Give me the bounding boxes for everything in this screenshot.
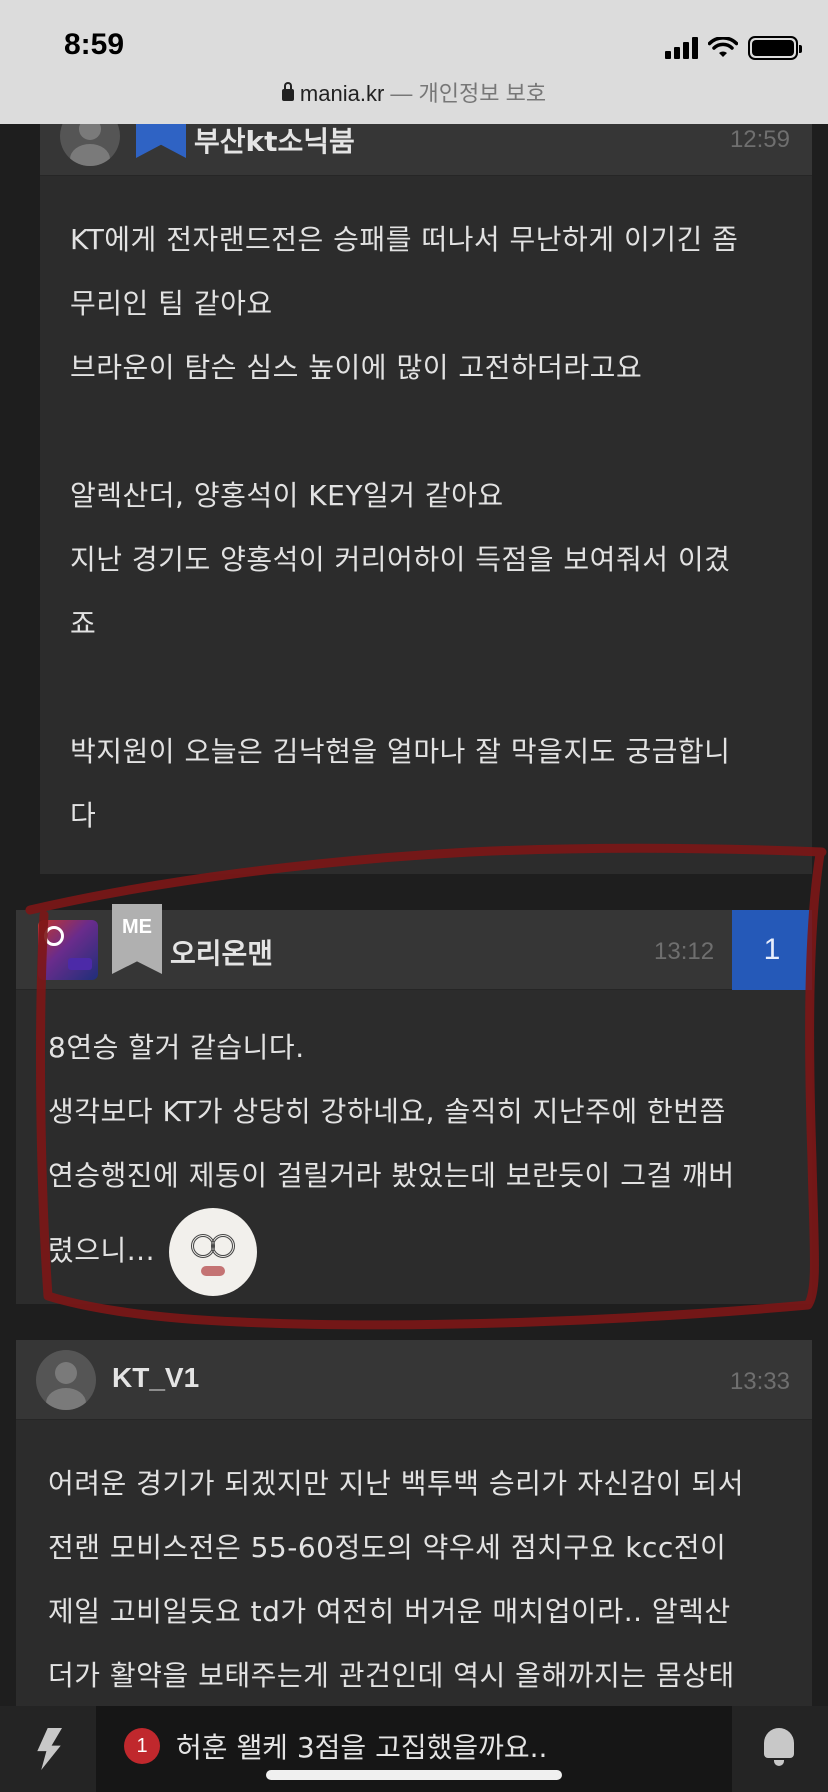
address-bar[interactable]: mania.kr — 개인정보 보호	[0, 76, 828, 108]
trending-ticker[interactable]: 1 허훈 왤케 3점을 고집했을까요..	[124, 1726, 547, 1766]
reply-count-button[interactable]: 1	[732, 910, 812, 990]
comment-author[interactable]: KT_V1	[112, 1362, 199, 1394]
comment-author[interactable]: 오리온맨	[170, 932, 273, 972]
avatar[interactable]	[36, 1350, 96, 1410]
battery-icon	[748, 36, 802, 60]
privacy-label: — 개인정보 보호	[390, 81, 547, 106]
notifications-button[interactable]	[732, 1706, 828, 1792]
comment-card: KT_V1 13:33 어려운 경기가 되겠지만 지난 백투백 승리가 자신감이…	[16, 1340, 812, 1740]
comment-body: 8연승 할거 같습니다. 생각보다 KT가 상당히 강하네요, 솔직히 지난주에…	[48, 1016, 808, 1296]
ticker-title[interactable]: 허훈 왤케 3점을 고집했을까요..	[176, 1726, 547, 1766]
url-text: mania.kr	[299, 81, 385, 106]
comment-body: KT에게 전자랜드전은 승패를 떠나서 무난하게 이기긴 좀 무리인 팀 같아요…	[70, 223, 739, 832]
comment-time: 13:12	[654, 938, 715, 965]
status-time: 8:59	[64, 28, 125, 61]
comment-author[interactable]: 부산kt소닉붐	[194, 120, 355, 160]
comment-time: 13:33	[729, 1368, 790, 1395]
comment-time: 12:59	[729, 126, 790, 153]
team-logo-icon[interactable]	[38, 920, 98, 980]
comment-card: ME 오리온맨 13:12 1 8연승 할거 같습니다. 생각보다 KT가 상당…	[16, 904, 812, 1304]
status-icons	[665, 36, 802, 60]
ticker-rank-badge: 1	[124, 1728, 160, 1764]
home-indicator[interactable]	[266, 1770, 562, 1780]
comment-card: 부산kt소닉붐 12:59 KT에게 전자랜드전은 승패를 떠나서 무난하게 이…	[40, 96, 812, 874]
dizzy-emoticon-icon	[168, 1208, 257, 1296]
comment-body: 어려운 경기가 되겠지만 지난 백투백 승리가 자신감이 되서 전랜 모비스전은…	[48, 1467, 745, 1692]
quick-menu-button[interactable]	[0, 1706, 96, 1792]
lightning-icon	[37, 1728, 62, 1770]
lock-icon	[281, 82, 294, 101]
comment-header: ME 오리온맨 13:12 1	[16, 904, 812, 990]
comment-header: KT_V1 13:33	[16, 1340, 812, 1420]
me-badge: ME	[112, 904, 162, 974]
status-bar: 8:59 mania.kr — 개인정보 보호	[0, 0, 828, 124]
bell-icon	[764, 1728, 794, 1766]
wifi-icon	[708, 37, 738, 57]
cellular-signal-icon	[665, 37, 698, 59]
